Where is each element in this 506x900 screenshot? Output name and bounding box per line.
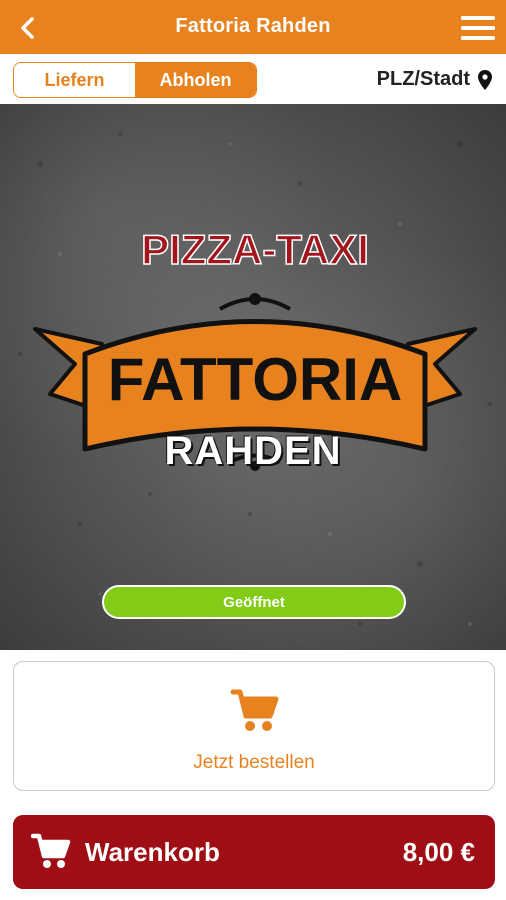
delivery-mode-toggle: Liefern Abholen — [13, 62, 257, 98]
cart-bar[interactable]: Warenkorb 8,00 € — [13, 815, 495, 889]
mode-bar: Liefern Abholen PLZ/Stadt — [0, 54, 506, 104]
location-selector[interactable]: PLZ/Stadt — [377, 68, 492, 91]
opening-status-badge[interactable]: Geöffnet — [102, 585, 406, 619]
menu-button[interactable] — [458, 10, 498, 46]
tab-liefern[interactable]: Liefern — [14, 63, 135, 97]
app-header: Fattoria Rahden — [0, 0, 506, 54]
cart-total: 8,00 € — [402, 837, 475, 867]
order-now-card[interactable]: Jetzt bestellen — [13, 661, 495, 791]
logo-middle-text: FATTORIA — [108, 346, 402, 413]
location-label: PLZ/Stadt — [376, 68, 470, 90]
hamburger-menu-icon — [461, 16, 495, 40]
cart-label: Warenkorb — [85, 837, 220, 867]
map-pin-icon — [478, 69, 492, 90]
logo-bottom-text: RAHDEN — [164, 429, 342, 473]
logo-top-text: PIZZA-TAXI — [141, 226, 369, 273]
shopping-cart-icon — [230, 689, 279, 731]
restaurant-banner: PIZZA-TAXI FATTORIA RAHDEN Geöffnet — [0, 104, 506, 650]
tab-abholen[interactable]: Abholen — [135, 63, 256, 97]
order-now-label: Jetzt bestellen — [193, 752, 315, 773]
page-title: Fattoria Rahden — [175, 15, 331, 37]
shopping-cart-icon — [31, 833, 71, 868]
